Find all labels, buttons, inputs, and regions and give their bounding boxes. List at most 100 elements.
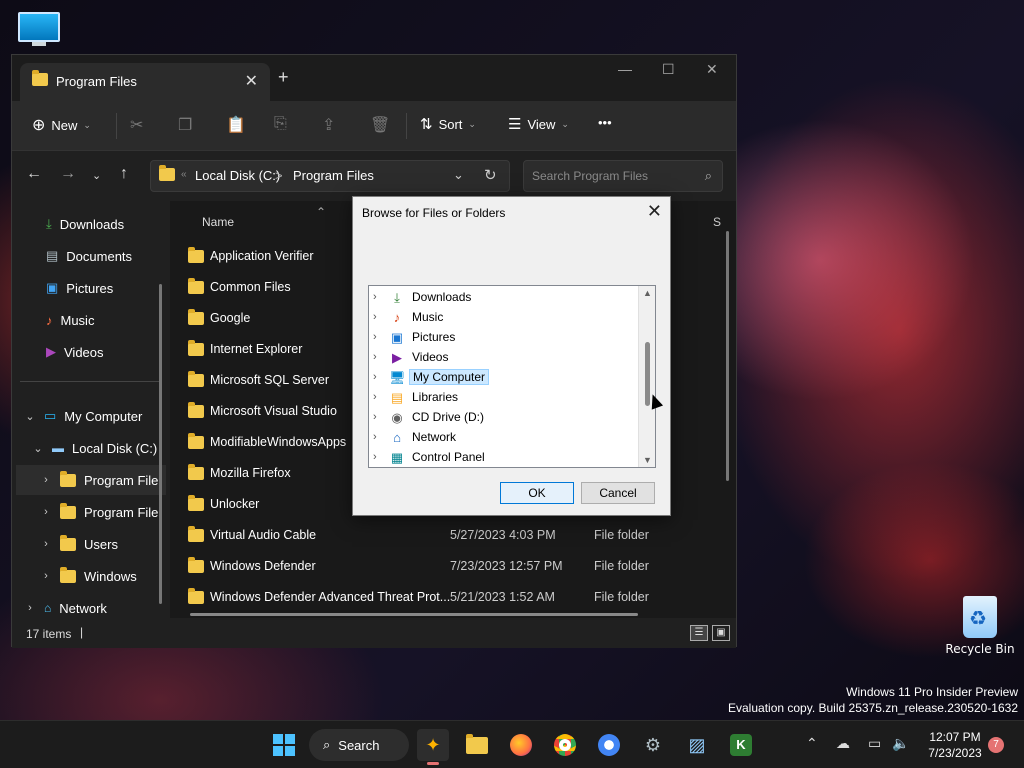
search-box[interactable]: ⌕ bbox=[523, 160, 723, 192]
chevron-right-icon[interactable]: › bbox=[24, 602, 36, 614]
sidebar-scrollbar[interactable] bbox=[159, 284, 162, 604]
sidebar-item-downloads[interactable]: ⤓ Downloads 📌 bbox=[46, 209, 124, 239]
address-dropdown-icon[interactable]: ⌄ bbox=[453, 167, 464, 183]
show-hidden-icons-chevron[interactable]: ⌃ bbox=[806, 735, 818, 752]
taskbar-search[interactable]: ⌕ Search bbox=[309, 729, 409, 761]
tree-item[interactable]: › ▣ Pictures bbox=[369, 328, 639, 348]
back-arrow-icon[interactable]: ← bbox=[26, 165, 42, 183]
breadcrumb-separator[interactable]: > bbox=[275, 168, 283, 183]
sidebar-item-users[interactable]: › Users bbox=[40, 529, 118, 559]
chevron-right-icon[interactable]: › bbox=[373, 391, 377, 403]
chevron-right-icon[interactable]: › bbox=[373, 411, 377, 423]
sidebar-item-program-files[interactable]: › Program File bbox=[16, 465, 166, 495]
breadcrumb-overflow-icon[interactable]: « bbox=[181, 169, 187, 180]
up-arrow-icon[interactable]: ↑ bbox=[120, 165, 128, 183]
taskbar-app-k[interactable]: K bbox=[725, 729, 757, 761]
close-window-icon[interactable]: ✕ bbox=[706, 61, 718, 78]
taskbar-app-settings[interactable]: ⚙ bbox=[637, 729, 669, 761]
horizontal-scrollbar[interactable] bbox=[190, 613, 638, 616]
chevron-right-icon[interactable]: › bbox=[373, 351, 377, 363]
copy-icon[interactable]: ❐ bbox=[178, 115, 192, 135]
start-button[interactable] bbox=[268, 729, 300, 761]
chevron-right-icon[interactable]: › bbox=[40, 538, 52, 550]
table-row[interactable]: Windows Defender Advanced Threat Prot...… bbox=[188, 584, 708, 612]
sidebar-item-local-disk[interactable]: ⌄ ▬ Local Disk (C:) bbox=[32, 433, 157, 463]
forward-arrow-icon[interactable]: → bbox=[60, 165, 76, 183]
cancel-button[interactable]: Cancel bbox=[581, 482, 655, 504]
scroll-up-icon[interactable]: ▲ bbox=[643, 288, 652, 298]
chevron-right-icon[interactable]: › bbox=[40, 570, 52, 582]
minimize-icon[interactable]: — bbox=[618, 61, 632, 77]
tree-item[interactable]: › ♪ Music bbox=[369, 308, 639, 328]
tree-item[interactable]: › ⤓ Downloads bbox=[369, 288, 639, 308]
details-view-icon[interactable]: ☰ bbox=[690, 625, 708, 641]
chevron-right-icon[interactable]: › bbox=[373, 451, 377, 463]
close-tab-icon[interactable]: ✕ bbox=[245, 71, 258, 91]
chevron-right-icon[interactable]: › bbox=[40, 506, 52, 518]
taskbar-app-firefox[interactable] bbox=[505, 729, 537, 761]
tree-item[interactable]: › ▦ Control Panel bbox=[369, 448, 639, 467]
chevron-down-icon[interactable]: ⌄ bbox=[32, 442, 44, 455]
recycle-bin-desktop-icon[interactable]: Recycle Bin bbox=[940, 596, 1020, 656]
chevron-right-icon[interactable]: › bbox=[373, 291, 377, 303]
column-header-size[interactable]: S bbox=[713, 215, 721, 229]
paste-icon[interactable]: 📋 bbox=[226, 115, 246, 135]
network-status-icon[interactable]: ▭ bbox=[868, 735, 881, 752]
chevron-right-icon[interactable]: › bbox=[373, 331, 377, 343]
this-pc-desktop-icon[interactable] bbox=[18, 12, 60, 48]
close-icon[interactable]: ✕ bbox=[647, 201, 662, 222]
clock[interactable]: 12:07 PM 7/23/2023 bbox=[924, 729, 986, 761]
tree-item[interactable]: › ⌂ Network bbox=[369, 428, 639, 448]
scroll-down-icon[interactable]: ▼ bbox=[643, 455, 652, 465]
sidebar-item-documents[interactable]: ▤ Documents 📌 bbox=[46, 241, 132, 271]
sidebar-item-windows[interactable]: › Windows bbox=[40, 561, 137, 591]
table-row[interactable]: Virtual Audio Cable 5/27/2023 4:03 PM File… bbox=[188, 522, 708, 550]
sidebar-item-my-computer[interactable]: ⌄ ▭ My Computer bbox=[24, 401, 142, 431]
sidebar-item-music[interactable]: ♪ Music 📌 bbox=[46, 305, 94, 335]
tree-item[interactable]: › ▤ Libraries bbox=[369, 388, 639, 408]
view-button[interactable]: ☰ View ⌄ bbox=[508, 115, 569, 133]
table-row[interactable]: Windows Defender 7/23/2023 12:57 PM File f… bbox=[188, 553, 708, 581]
more-options-icon[interactable]: ••• bbox=[598, 115, 612, 130]
address-bar[interactable]: « Local Disk (C:) > Program Files ⌄ ↻ bbox=[150, 160, 510, 192]
chevron-right-icon[interactable]: › bbox=[373, 431, 377, 443]
taskbar-app-file-explorer[interactable] bbox=[461, 729, 493, 761]
share-icon[interactable]: ⇪ bbox=[322, 115, 335, 135]
new-button[interactable]: ⊕ New ⌄ bbox=[32, 115, 91, 135]
chevron-right-icon[interactable]: › bbox=[373, 371, 377, 383]
tree-scrollbar[interactable]: ▲ ▼ bbox=[638, 286, 655, 467]
tree-item[interactable]: › ▶ Videos bbox=[369, 348, 639, 368]
taskbar-app-wand[interactable]: ✦ bbox=[417, 729, 449, 765]
ok-button[interactable]: OK bbox=[500, 482, 574, 504]
chevron-down-icon[interactable]: ⌄ bbox=[24, 410, 36, 423]
tab-program-files[interactable]: Program Files ✕ bbox=[20, 63, 270, 101]
sidebar-item-pictures[interactable]: ▣ Pictures 📌 bbox=[46, 273, 113, 303]
taskbar-app-chromium[interactable] bbox=[593, 729, 625, 761]
maximize-icon[interactable]: ☐ bbox=[662, 61, 675, 78]
chevron-right-icon[interactable]: › bbox=[373, 311, 377, 323]
recent-locations-chevron-icon[interactable]: ⌄ bbox=[92, 169, 101, 182]
chevron-right-icon[interactable]: › bbox=[40, 474, 52, 486]
cut-icon[interactable]: ✂ bbox=[130, 115, 143, 135]
notification-badge[interactable]: 7 bbox=[988, 737, 1004, 753]
rename-icon[interactable]: ⎘ bbox=[274, 115, 287, 133]
sort-button[interactable]: ⇅ Sort ⌄ bbox=[420, 115, 476, 133]
breadcrumb-program-files[interactable]: Program Files bbox=[293, 168, 374, 183]
refresh-icon[interactable]: ↻ bbox=[484, 166, 497, 184]
tiles-view-icon[interactable]: ▣ bbox=[712, 625, 730, 641]
column-header-name[interactable]: Name bbox=[202, 215, 234, 229]
vertical-scrollbar[interactable] bbox=[726, 231, 729, 481]
new-tab-icon[interactable]: + bbox=[278, 67, 289, 88]
taskbar-app-chrome[interactable] bbox=[549, 729, 581, 761]
taskbar-app-monitor[interactable]: ▨ bbox=[681, 729, 713, 761]
volume-icon[interactable]: 🔈 bbox=[892, 735, 909, 752]
search-input[interactable] bbox=[532, 169, 692, 183]
delete-icon[interactable]: 🗑 bbox=[370, 115, 390, 135]
title-bar[interactable]: Program Files ✕ + — ☐ ✕ bbox=[12, 55, 736, 101]
folder-tree[interactable]: ▲ ▼ › ⤓ Downloads › ♪ Music › ▣ Pictures › ▶ Videos… bbox=[368, 285, 656, 468]
sidebar-item-videos[interactable]: ▶ Videos 📌 bbox=[46, 337, 104, 367]
breadcrumb-local-disk[interactable]: Local Disk (C:) bbox=[195, 168, 280, 183]
cloud-offline-icon[interactable]: ☁ bbox=[836, 735, 850, 752]
sidebar-item-network[interactable]: › ⌂ Network bbox=[24, 593, 107, 618]
tree-item[interactable]: › ◉ CD Drive (D:) bbox=[369, 408, 639, 428]
